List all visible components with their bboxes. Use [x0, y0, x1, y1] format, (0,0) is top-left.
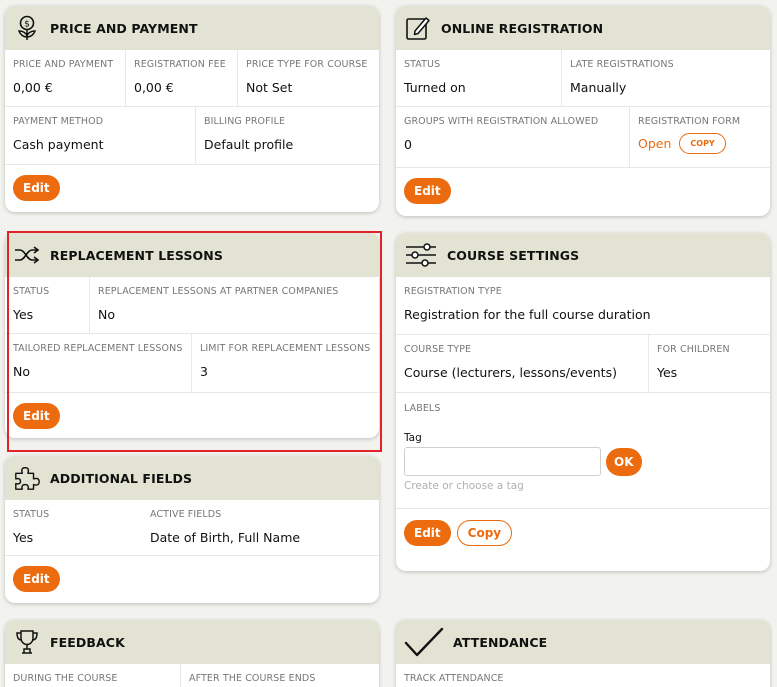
additional-status-field: STATUS Yes — [13, 509, 50, 545]
course-type-field: COURSE TYPE Course (lecturers, lessons/e… — [396, 335, 649, 392]
online-registration-title: ONLINE REGISTRATION — [441, 20, 604, 36]
online-registration-header: ONLINE REGISTRATION — [396, 6, 770, 50]
tag-input[interactable] — [404, 447, 601, 476]
during-course-field: DURING THE COURSE — [5, 664, 181, 687]
replacement-status-field: STATUS Yes — [5, 277, 90, 333]
labels-heading: LABELS — [404, 403, 441, 414]
price-card-title: PRICE AND PAYMENT — [50, 20, 198, 36]
tag-ok-button[interactable]: OK — [606, 447, 642, 476]
registration-type-field: REGISTRATION TYPE Registration for the f… — [404, 286, 651, 322]
registration-fee-field: REGISTRATION FEE 0,00 € — [126, 50, 238, 106]
feedback-header: FEEDBACK — [5, 620, 379, 664]
replacement-limit-field: LIMIT FOR REPLACEMENT LESSONS 3 — [200, 343, 371, 379]
online-registration-card: ONLINE REGISTRATION STATUS Turned on LAT… — [396, 6, 770, 216]
price-field: PRICE AND PAYMENT 0,00 € — [5, 50, 126, 106]
attendance-title: ATTENDANCE — [453, 634, 548, 650]
active-fields-field: ACTIVE FIELDS Date of Birth, Full Name — [150, 509, 301, 545]
for-children-field: FOR CHILDREN Yes — [657, 344, 730, 380]
after-course-field: AFTER THE COURSE ENDS — [189, 673, 316, 684]
money-plant-icon: $ — [13, 14, 41, 42]
billing-profile-field: BILLING PROFILE Default profile — [204, 116, 294, 152]
edit-square-icon — [404, 14, 432, 42]
replacement-edit-button[interactable]: Edit — [13, 403, 60, 429]
labels-section: LABELS Tag OK Create or choose a tag — [396, 393, 770, 509]
late-registrations-field: LATE REGISTRATIONS Manually — [570, 59, 674, 95]
course-settings-title: COURSE SETTINGS — [447, 247, 580, 263]
tailored-replacement-field: TAILORED REPLACEMENT LESSONS No — [5, 334, 192, 392]
attendance-header: ATTENDANCE — [396, 620, 770, 664]
tag-hint: Create or choose a tag — [404, 480, 524, 492]
price-type-field: PRICE TYPE FOR COURSE Not Set — [246, 59, 368, 95]
additional-fields-edit-button[interactable]: Edit — [13, 566, 60, 592]
feedback-card: FEEDBACK DURING THE COURSE AFTER THE COU… — [5, 620, 379, 687]
track-attendance-field: TRACK ATTENDANCE — [404, 673, 504, 684]
sliders-icon — [404, 241, 438, 269]
payment-method-field: PAYMENT METHOD Cash payment — [5, 107, 196, 164]
price-edit-button[interactable]: Edit — [13, 175, 60, 201]
registration-form-open-link[interactable]: Open — [638, 136, 671, 151]
puzzle-icon — [13, 464, 41, 492]
course-settings-header: COURSE SETTINGS — [396, 233, 770, 277]
additional-fields-title: ADDITIONAL FIELDS — [50, 470, 193, 486]
replacement-lessons-header: REPLACEMENT LESSONS — [5, 233, 379, 277]
replacement-lessons-title: REPLACEMENT LESSONS — [50, 247, 223, 263]
partner-companies-field: REPLACEMENT LESSONS AT PARTNER COMPANIES… — [98, 286, 339, 322]
feedback-title: FEEDBACK — [50, 634, 125, 650]
price-card: $ PRICE AND PAYMENT PRICE AND PAYMENT 0,… — [5, 6, 379, 212]
tag-label: Tag — [404, 432, 422, 444]
registration-form-copy-button[interactable]: COPY — [679, 133, 726, 154]
registration-form-field: REGISTRATION FORM Open COPY — [630, 107, 770, 167]
online-registration-edit-button[interactable]: Edit — [404, 178, 451, 204]
course-settings-copy-button[interactable]: Copy — [456, 520, 513, 546]
registration-status-field: STATUS Turned on — [396, 50, 562, 106]
additional-fields-card: ADDITIONAL FIELDS STATUS Yes ACTIVE FIEL… — [5, 456, 379, 603]
groups-allowed-field: GROUPS WITH REGISTRATION ALLOWED 0 — [396, 107, 630, 167]
price-card-header: $ PRICE AND PAYMENT — [5, 6, 379, 50]
svg-text:$: $ — [24, 20, 30, 30]
replacement-lessons-card: REPLACEMENT LESSONS STATUS Yes REPLACEME… — [5, 233, 379, 438]
additional-fields-header: ADDITIONAL FIELDS — [5, 456, 379, 500]
checkmark-icon — [404, 627, 444, 657]
shuffle-icon — [13, 241, 41, 269]
course-settings-edit-button[interactable]: Edit — [404, 520, 451, 546]
attendance-card: ATTENDANCE TRACK ATTENDANCE — [396, 620, 770, 687]
trophy-icon — [13, 628, 41, 656]
course-settings-card: COURSE SETTINGS REGISTRATION TYPE Regist… — [396, 233, 770, 571]
